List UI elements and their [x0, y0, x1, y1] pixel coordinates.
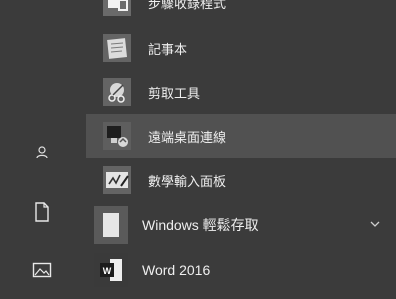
app-item-math-input-panel[interactable]: 數學輸入面板 [86, 158, 396, 202]
app-label: 剪取工具 [148, 85, 201, 101]
app-label: Windows 輕鬆存取 [142, 217, 259, 233]
pictures-icon[interactable] [30, 258, 54, 282]
app-item-steps-recorder[interactable]: 步驟收錄程式 [86, 0, 396, 24]
user-icon[interactable] [30, 140, 54, 164]
svg-text:W: W [103, 266, 112, 276]
chevron-down-icon[interactable] [368, 217, 382, 231]
app-label: Word 2016 [142, 262, 211, 278]
notepad-icon [100, 31, 134, 65]
documents-icon[interactable] [30, 200, 54, 224]
remote-desktop-icon [100, 119, 134, 153]
app-list: 步驟收錄程式 記事本 剪取工具 遠端桌面連線 數學輸入面板 Windows 輕鬆… [86, 0, 396, 299]
app-item-word-2016[interactable]: W Word 2016 [86, 248, 396, 292]
app-label: 記事本 [148, 41, 188, 57]
folder-icon [94, 206, 128, 244]
app-item-remote-desktop[interactable]: 遠端桌面連線 [86, 114, 396, 158]
app-label: 步驟收錄程式 [148, 0, 227, 11]
steps-recorder-icon [100, 0, 134, 19]
app-folder-windows-ease-of-access[interactable]: Windows 輕鬆存取 [86, 203, 396, 247]
app-label: 遠端桌面連線 [148, 129, 227, 145]
word-icon: W [94, 253, 128, 287]
math-input-panel-icon [100, 163, 134, 197]
app-item-snipping-tool[interactable]: 剪取工具 [86, 70, 396, 114]
start-menu-rail [0, 0, 86, 299]
app-item-notepad[interactable]: 記事本 [86, 26, 396, 70]
app-label: 數學輸入面板 [148, 173, 227, 189]
snipping-tool-icon [100, 75, 134, 109]
